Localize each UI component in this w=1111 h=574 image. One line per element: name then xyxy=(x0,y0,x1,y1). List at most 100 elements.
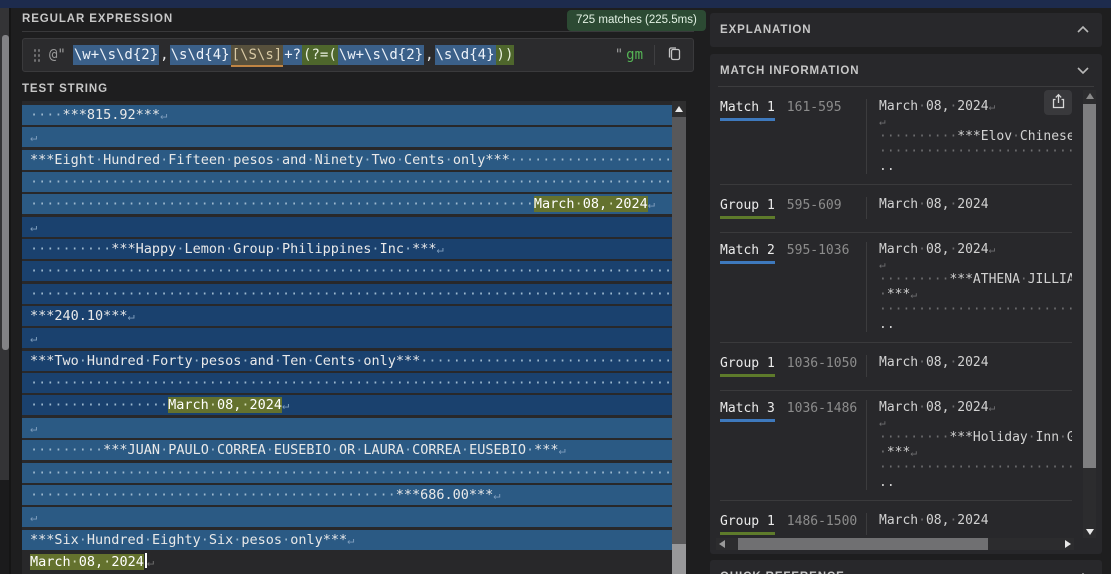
match-list-horizontal-scrollbar[interactable] xyxy=(716,538,1074,550)
test-string-line[interactable]: ········································… xyxy=(22,283,672,304)
whitespace-dots: · xyxy=(949,355,958,370)
text-run: ***Six·Hundred·Eighty·Six·pesos·only*** xyxy=(30,531,348,548)
match-entry[interactable]: Match 2 595-1036 March·08,·2024↵ ↵ ·········… xyxy=(720,232,1072,342)
match-content-line: ·········***ATHENA·JILLIAN·T xyxy=(879,272,1072,287)
regex-token[interactable]: , xyxy=(159,45,169,65)
test-string-line[interactable]: ↵ xyxy=(22,417,672,438)
regex-token[interactable]: \w+\s\d{2} xyxy=(72,45,160,65)
test-string-line[interactable]: ········································… xyxy=(22,462,672,483)
regex-token[interactable]: \w+\s\d{2} xyxy=(337,45,425,65)
explanation-panel[interactable]: EXPLANATION xyxy=(710,13,1102,47)
copy-regex-button[interactable] xyxy=(666,45,683,65)
match-entry[interactable]: Match 3 1036-1486 March·08,·2024↵ ↵ ········… xyxy=(720,390,1072,500)
drag-handle-icon[interactable] xyxy=(33,48,41,62)
group-entry[interactable]: Group 1 1486-1500 March·08,·2024 xyxy=(720,500,1072,536)
test-string-line[interactable]: ········································… xyxy=(22,194,672,215)
triangle-up-icon[interactable] xyxy=(1085,93,1094,99)
whitespace-dots: · xyxy=(403,241,413,258)
group-label[interactable]: Group 1 xyxy=(720,198,775,219)
text-run: .. xyxy=(879,317,895,332)
test-string-line[interactable]: ·················March·08,·2024↵ xyxy=(22,395,672,416)
regex-token[interactable]: (?=( xyxy=(302,45,338,65)
whitespace-dots: · xyxy=(1059,430,1067,445)
match-label[interactable]: Match 2 xyxy=(720,243,775,264)
whitespace-dots: ········································… xyxy=(30,285,672,302)
quick-reference-panel[interactable]: QUICK REFERENCE xyxy=(710,560,1102,574)
whitespace-dots: · xyxy=(444,151,453,168)
triangle-right-icon[interactable] xyxy=(1065,540,1071,548)
text-run: ***686.00*** xyxy=(395,486,494,503)
test-string-line[interactable]: ↵ xyxy=(22,328,672,349)
test-string-line[interactable]: ········································… xyxy=(22,261,672,282)
match-label[interactable]: Match 3 xyxy=(720,401,775,422)
editor-scrollbar-thumb[interactable] xyxy=(672,544,686,574)
test-string-content[interactable]: ····***815.92***↵ ↵ ***Eight·Hundred·Fifte… xyxy=(22,105,672,574)
group-label[interactable]: Group 1 xyxy=(720,356,775,377)
test-string-line[interactable]: ·········***JUAN·PAULO·CORREA·EUSEBIO·OR… xyxy=(22,440,672,461)
regex-token[interactable]: \s\d{4} xyxy=(434,45,496,65)
whitespace-dots: · xyxy=(273,151,283,168)
test-string-line[interactable]: ········································… xyxy=(22,172,672,193)
whitespace-dots: · xyxy=(879,445,887,460)
match-content-line: March·08,·2024 xyxy=(879,513,1072,528)
match-list: Match 1 161-595 March·08,·2024↵ ↵ ··········… xyxy=(720,90,1072,536)
triangle-left-icon[interactable] xyxy=(719,540,725,548)
regex-token[interactable]: )) xyxy=(495,45,515,65)
regex-pattern[interactable]: \w+\s\d{2}, \s\d{4} [\S\s] +? (?=(\w+\s\d{2}… xyxy=(72,45,515,67)
test-string-line[interactable]: ***Eight·Hundred·Fifteen·pesos·and·Ninet… xyxy=(22,149,672,170)
scroll-up-button[interactable] xyxy=(672,101,686,117)
chevron-up-icon[interactable] xyxy=(1076,21,1090,39)
vertical-scrollbar-thumb[interactable] xyxy=(1083,104,1096,468)
test-string-line[interactable]: March·08,·2024 ↵ xyxy=(22,552,672,572)
horizontal-scrollbar-thumb[interactable] xyxy=(738,538,988,550)
whitespace-dots: · xyxy=(160,442,169,459)
regex-input[interactable]: @" \w+\s\d{2}, \s\d{4} [\S\s] +? (?=(\w+\s\d… xyxy=(22,38,694,72)
editor-scrollbar[interactable] xyxy=(672,101,686,574)
whitespace-dots: · xyxy=(95,151,104,168)
regex-token[interactable]: \s\d{4} xyxy=(169,45,231,65)
page-scrollbar-thumb[interactable] xyxy=(2,35,9,350)
whitespace-dots: ········································… xyxy=(30,375,672,392)
whitespace-dots: ········································… xyxy=(30,486,396,503)
test-string-line[interactable]: ········································… xyxy=(22,484,672,505)
whitespace-dots: · xyxy=(460,442,470,459)
whitespace-dots: · xyxy=(949,400,958,415)
text-run: ***240.10*** xyxy=(30,308,128,325)
test-string-line[interactable]: ········································… xyxy=(22,373,672,394)
test-string-line[interactable]: ··········***Happy·Lemon·Group·Philippin… xyxy=(22,239,672,260)
test-string-line[interactable]: ↵ xyxy=(22,507,672,528)
group-entry[interactable]: Group 1 595-609 March·08,·2024 xyxy=(720,184,1072,232)
group-label[interactable]: Group 1 xyxy=(720,514,775,535)
regex-token[interactable]: [\S\s] xyxy=(230,45,284,67)
group-entry[interactable]: Group 1 1036-1050 March·08,·2024 xyxy=(720,342,1072,390)
regex-token[interactable]: , xyxy=(424,45,434,65)
newline-icon: ↵ xyxy=(30,331,38,346)
match-label[interactable]: Match 1 xyxy=(720,100,775,121)
match-content: March·08,·2024 xyxy=(866,513,1072,535)
test-string-line[interactable]: ↵ xyxy=(22,216,672,237)
match-info-divider xyxy=(718,86,1094,87)
export-matches-button[interactable] xyxy=(1044,90,1072,115)
match-entry[interactable]: Match 1 161-595 March·08,·2024↵ ↵ ··········… xyxy=(720,90,1072,184)
whitespace-dots: · xyxy=(1012,129,1020,144)
match-range: 1036-1486 xyxy=(786,401,858,416)
match-content-line: ······························ xyxy=(879,144,1072,159)
regex-flags[interactable]: gm xyxy=(626,47,643,63)
regex-token[interactable]: +? xyxy=(283,45,303,65)
test-string-line[interactable]: ↵ xyxy=(22,127,672,148)
whitespace-dots: ················· xyxy=(30,397,169,414)
test-string-line[interactable]: ····***815.92***↵ xyxy=(22,105,672,125)
test-string-line[interactable]: ***Two·Hundred·Forty·pesos·and·Ten·Cents… xyxy=(22,350,672,371)
test-string-line[interactable]: ***Six·Hundred·Eighty·Six·pesos·only***↵ xyxy=(22,529,672,550)
whitespace-dots: · xyxy=(225,151,234,168)
text-run: ***815.92*** xyxy=(62,107,161,123)
match-content-line: ·***↵ xyxy=(879,445,1072,460)
match-list-vertical-scrollbar[interactable] xyxy=(1083,90,1096,538)
page-scrollbar[interactable] xyxy=(0,8,11,574)
test-string-editor[interactable]: ····***815.92***↵ ↵ ***Eight·Hundred·Fifte… xyxy=(22,101,686,574)
test-string-line[interactable]: ***240.10***↵ xyxy=(22,306,672,327)
triangle-down-icon[interactable] xyxy=(1085,529,1094,535)
chevron-up-icon[interactable] xyxy=(1076,568,1090,574)
whitespace-dots: · xyxy=(241,397,250,414)
chevron-down-icon[interactable] xyxy=(1076,62,1090,80)
